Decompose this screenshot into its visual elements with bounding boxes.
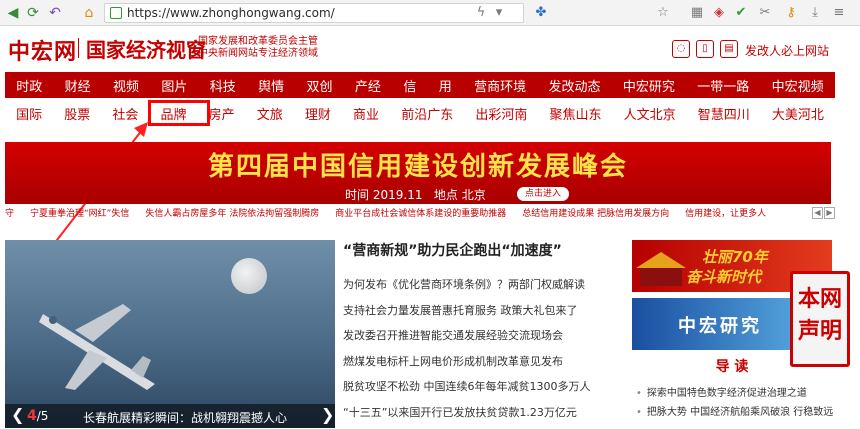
place-value: 北京 <box>462 188 486 202</box>
place-label: 地点 <box>434 188 458 202</box>
banner-info: 时间 2019.11 地点 北京 <box>345 186 486 203</box>
banner1-line1: 壮丽70年 <box>702 246 768 267</box>
ticker-item[interactable]: 守 <box>5 209 14 219</box>
news-ticker: 守 宁夏重拳治理“网红”失信 失信人霸占房屋多年 法院依法拘留强制腾房 商业平台成社会… <box>5 206 831 220</box>
summit-banner[interactable]: 第四届中国信用建设创新发展峰会 时间 2019.11 地点 北京 点击进入 <box>5 142 831 204</box>
news-item[interactable]: “十三五”以来国开行已发放扶贫贷款1.23万亿元 <box>343 404 613 429</box>
moon-image <box>231 258 267 294</box>
news-item[interactable]: 燃煤发电标杆上网电价形成机制改革意见发布 <box>343 353 613 379</box>
news-item[interactable]: 为何发布《优化营商环境条例》？两部门权威解读 <box>343 276 613 302</box>
slide-current: 4 <box>27 408 37 424</box>
ticker-item[interactable]: 信用建设，让更多人 <box>685 209 766 219</box>
banner1-line2: 奋斗新时代 <box>686 266 761 287</box>
slide-caption[interactable]: 长春航展精彩瞬间：战机翱翔震撼人心 <box>83 409 287 426</box>
news-item[interactable]: 发改委召开推进智能交通发展经验交流现场会 <box>343 327 613 353</box>
time-value: 2019.11 <box>373 188 423 202</box>
ticker-item[interactable]: 宁夏重拳治理“网红”失信 <box>30 209 129 219</box>
stamp-line2: 声明 <box>793 316 847 348</box>
ticker-item[interactable]: 总结信用建设成果 把脉信用发展方向 <box>522 209 669 219</box>
slide-total: /5 <box>37 409 49 423</box>
prev-arrow-icon[interactable]: ❮ <box>11 405 24 424</box>
banner2-text: 中宏研究 <box>678 312 762 338</box>
slideshow-caption-bar: ❮ 4/5 长春航展精彩瞬间：战机翱翔震撼人心 ❯ <box>5 404 335 428</box>
slideshow[interactable]: ❮ 4/5 长春航展精彩瞬间：战机翱翔震撼人心 ❯ <box>5 240 335 428</box>
news-item[interactable]: 脱贫攻坚不松劲 中国连续6年每年减贫1300多万人 <box>343 378 613 404</box>
tiananmen-icon <box>636 244 686 290</box>
ticker-next-icon[interactable]: ▶ <box>824 207 835 219</box>
guide-item[interactable]: 把脉大势 中国经济航船乘风破浪 行稳致远 <box>636 403 836 422</box>
ticker-prev-icon[interactable]: ◀ <box>812 207 823 219</box>
guide-item[interactable]: 探索中国特色数字经济促进治理之道 <box>636 384 836 403</box>
enter-button[interactable]: 点击进入 <box>517 187 569 201</box>
next-arrow-icon[interactable]: ❯ <box>321 405 334 424</box>
time-label: 时间 <box>345 188 369 202</box>
stamp-line1: 本网 <box>793 284 847 316</box>
slide-counter: 4/5 <box>27 408 48 424</box>
news-list: 为何发布《优化营商环境条例》？两部门权威解读支持社会力量发展普惠托育服务 政策大… <box>343 276 613 429</box>
ticker-item[interactable]: 商业平台成社会诚信体系建设的重要助推器 <box>335 209 506 219</box>
site-statement-stamp[interactable]: 本网 声明 <box>790 271 850 367</box>
guide-list: 探索中国特色数字经济促进治理之道 把脉大势 中国经济航船乘风破浪 行稳致远 <box>636 384 836 422</box>
jet-image <box>35 300 165 392</box>
guide-title: 导 读 <box>632 356 832 376</box>
ticker-item[interactable]: 失信人霸占房屋多年 法院依法拘留强制腾房 <box>145 209 319 219</box>
news-item[interactable]: 支持社会力量发展普惠托育服务 政策大礼包来了 <box>343 302 613 328</box>
banner-title: 第四届中国信用建设创新发展峰会 <box>5 146 831 183</box>
headline[interactable]: “营商新规”助力民企跑出“加速度” <box>343 240 603 260</box>
